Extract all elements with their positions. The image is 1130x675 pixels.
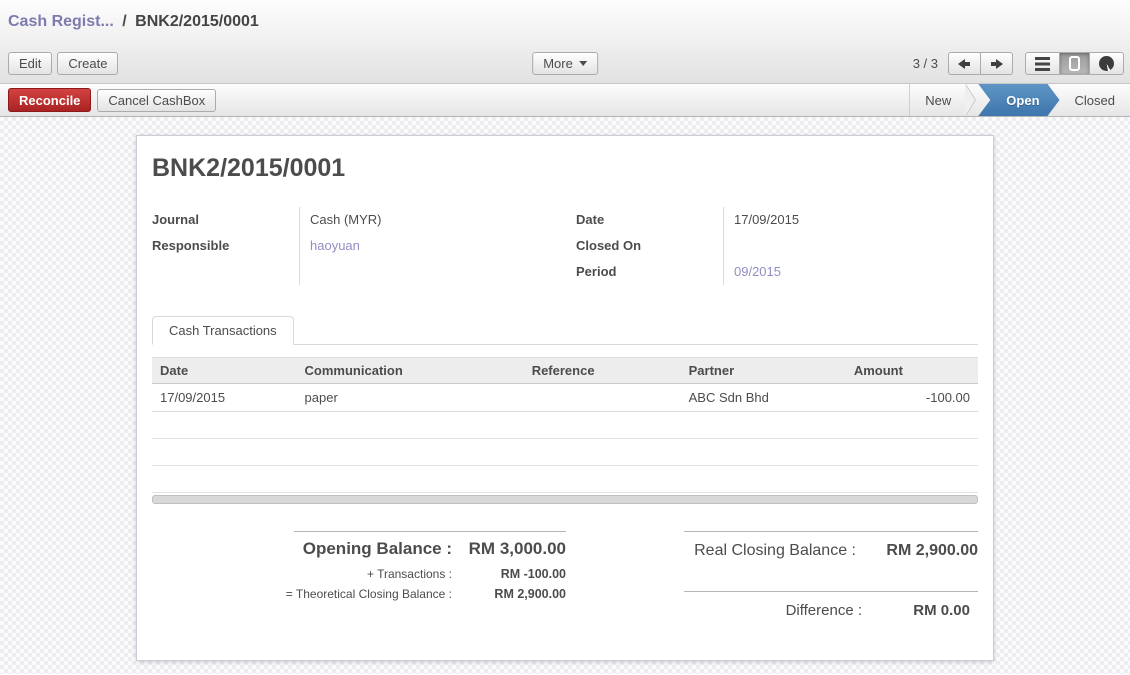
arrow-left-icon xyxy=(958,59,971,69)
create-button[interactable]: Create xyxy=(57,52,118,75)
record-title: BNK2/2015/0001 xyxy=(152,154,978,183)
cash-transactions-table: Date Communication Reference Partner Amo… xyxy=(152,357,978,493)
divider xyxy=(684,591,978,592)
list-view-icon xyxy=(1035,57,1050,71)
view-switcher xyxy=(1025,52,1124,75)
field-values-right: 17/09/2015 09/2015 xyxy=(724,207,978,285)
column-header-reference[interactable]: Reference xyxy=(524,358,681,384)
cell-communication: paper xyxy=(297,384,524,412)
tab-bar: Cash Transactions xyxy=(152,315,978,345)
form-sheet: BNK2/2015/0001 Journal Responsible Cash … xyxy=(136,135,994,661)
theoretical-balance-block: Opening Balance : RM 3,000.00 + Transact… xyxy=(152,531,566,619)
table-row-empty xyxy=(152,466,978,493)
real-closing-balance-value: RM 2,900.00 xyxy=(856,542,978,560)
column-header-partner[interactable]: Partner xyxy=(681,358,846,384)
field-labels-left: Journal Responsible xyxy=(152,207,300,285)
cell-reference xyxy=(524,384,681,412)
column-header-date[interactable]: Date xyxy=(152,358,297,384)
pager-buttons xyxy=(948,52,1013,75)
form-view-background: BNK2/2015/0001 Journal Responsible Cash … xyxy=(0,117,1130,674)
field-group-left: Journal Responsible Cash (MYR) haoyuan xyxy=(152,207,554,285)
reconcile-button[interactable]: Reconcile xyxy=(8,88,91,112)
view-manager-header: Cash Regist... / BNK2/2015/0001 Edit Cre… xyxy=(0,0,1130,84)
cell-date: 17/09/2015 xyxy=(152,384,297,412)
real-closing-balance-label: Real Closing Balance : xyxy=(684,542,856,560)
form-view-button[interactable] xyxy=(1059,52,1090,75)
caret-down-icon xyxy=(579,61,587,66)
form-statusbar: Reconcile Cancel CashBox New Open Closed xyxy=(0,84,1130,117)
cancel-cashbox-button[interactable]: Cancel CashBox xyxy=(97,89,216,112)
table-row[interactable]: 17/09/2015 paper ABC Sdn Bhd -100.00 xyxy=(152,384,978,412)
date-label: Date xyxy=(576,207,723,233)
breadcrumb: Cash Regist... / BNK2/2015/0001 xyxy=(0,0,1130,45)
responsible-value-link[interactable]: haoyuan xyxy=(310,233,554,259)
pager-next-button[interactable] xyxy=(980,52,1013,75)
journal-value: Cash (MYR) xyxy=(310,207,554,233)
transactions-value: RM -100.00 xyxy=(452,567,566,581)
difference-label: Difference : xyxy=(684,602,866,619)
field-groups: Journal Responsible Cash (MYR) haoyuan D… xyxy=(152,207,978,285)
field-labels-right: Date Closed On Period xyxy=(576,207,724,285)
table-header-row: Date Communication Reference Partner Amo… xyxy=(152,358,978,384)
opening-balance-value: RM 3,000.00 xyxy=(452,539,566,559)
divider xyxy=(684,531,978,532)
state-closed[interactable]: Closed xyxy=(1060,84,1130,116)
notebook: Cash Transactions Date Communication Ref… xyxy=(152,315,978,504)
more-label: More xyxy=(543,56,573,71)
closed-on-label: Closed On xyxy=(576,233,723,259)
column-header-amount[interactable]: Amount xyxy=(846,358,978,384)
theoretical-closing-value: RM 2,900.00 xyxy=(452,587,566,601)
balance-summary: Opening Balance : RM 3,000.00 + Transact… xyxy=(152,531,978,619)
form-view-icon xyxy=(1069,56,1080,71)
period-value-link[interactable]: 09/2015 xyxy=(734,259,978,285)
state-open[interactable]: Open xyxy=(978,84,1059,116)
pager-previous-button[interactable] xyxy=(948,52,981,75)
chevron-separator-icon xyxy=(966,84,976,116)
field-values-left: Cash (MYR) haoyuan xyxy=(300,207,554,285)
state-pipeline: New Open Closed xyxy=(909,84,1130,116)
edit-button[interactable]: Edit xyxy=(8,52,52,75)
date-value: 17/09/2015 xyxy=(734,207,978,233)
tab-cash-transactions[interactable]: Cash Transactions xyxy=(152,316,294,345)
table-row-empty xyxy=(152,412,978,439)
horizontal-scrollbar[interactable] xyxy=(152,495,978,504)
closed-on-value xyxy=(734,233,978,259)
responsible-label: Responsible xyxy=(152,233,299,259)
difference-value: RM 0.00 xyxy=(866,602,978,619)
column-header-communication[interactable]: Communication xyxy=(297,358,524,384)
arrow-right-icon xyxy=(990,59,1003,69)
graph-view-icon xyxy=(1099,56,1114,71)
opening-balance-label: Opening Balance : xyxy=(152,539,452,559)
state-new[interactable]: New xyxy=(910,84,966,116)
breadcrumb-current: BNK2/2015/0001 xyxy=(135,13,259,30)
breadcrumb-separator: / xyxy=(118,13,130,30)
table-row-empty xyxy=(152,439,978,466)
transactions-label: + Transactions : xyxy=(152,567,452,581)
graph-view-button[interactable] xyxy=(1089,52,1124,75)
list-view-button[interactable] xyxy=(1025,52,1060,75)
real-balance-block: Real Closing Balance : RM 2,900.00 Diffe… xyxy=(684,531,978,619)
cell-amount: -100.00 xyxy=(846,384,978,412)
pager-counter: 3 / 3 xyxy=(913,56,938,71)
period-label: Period xyxy=(576,259,723,285)
field-group-right: Date Closed On Period 17/09/2015 09/2015 xyxy=(576,207,978,285)
cell-partner: ABC Sdn Bhd xyxy=(681,384,846,412)
theoretical-closing-label: = Theoretical Closing Balance : xyxy=(152,587,452,601)
breadcrumb-parent-link[interactable]: Cash Regist... xyxy=(8,13,114,30)
journal-label: Journal xyxy=(152,207,299,233)
divider xyxy=(294,531,566,532)
more-dropdown-button[interactable]: More xyxy=(532,52,598,75)
toolbar: Edit Create More 3 / 3 xyxy=(0,45,1130,83)
